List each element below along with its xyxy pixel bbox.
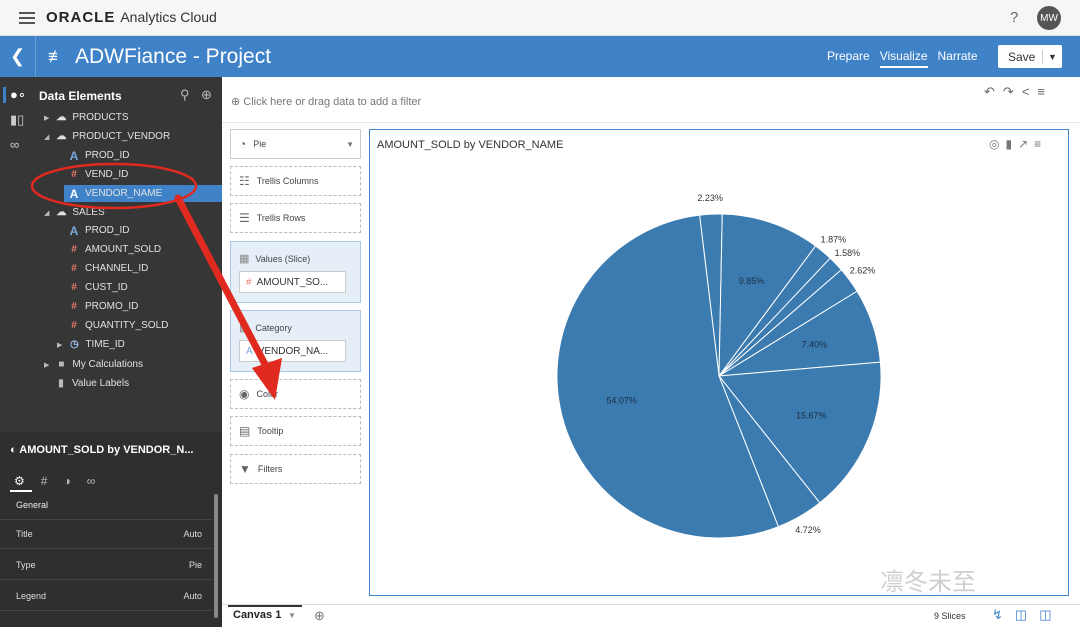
pie-chart: 2.23% 9.85% 1.87% 1.58% 2.62% 7.40% 15.67% 4.72… xyxy=(556,193,882,539)
filter-icon: ▼ xyxy=(239,462,251,476)
color-tab-icon[interactable]: ◑ xyxy=(63,474,70,488)
category-pill[interactable]: A VENDOR_NA... xyxy=(239,340,346,362)
analytics-tab-icon[interactable]: ∞ xyxy=(87,474,96,488)
project-icon: ≢ xyxy=(48,46,65,66)
slice-label: 9.85% xyxy=(739,276,765,286)
measure-icon: ▦ xyxy=(239,253,250,265)
slice-label: 1.87% xyxy=(821,235,847,245)
bottom-bar: Canvas 1 ▼ ⊕ 9 Slices ↯◫◫ xyxy=(222,604,1080,627)
annotation-overlay xyxy=(30,162,198,210)
hamburger-menu-icon[interactable] xyxy=(19,9,35,27)
properties-panel: ◐ AMOUNT_SOLD by VENDOR_N... ⚙ # ◑ ∞ Gen… xyxy=(0,432,222,627)
measure-icon: # xyxy=(246,276,252,288)
brand: ORACLE Analytics Cloud xyxy=(46,9,217,26)
general-tab-icon[interactable]: ⚙ xyxy=(14,474,25,488)
oracle-logo: ORACLE xyxy=(46,9,116,26)
back-icon[interactable]: ❮ xyxy=(0,36,36,77)
toolbar-icons: ↶↷<≡ xyxy=(984,84,1053,100)
product-name: Analytics Cloud xyxy=(120,9,217,25)
drop-tooltip[interactable]: ▤ Tooltip xyxy=(230,416,361,446)
active-canvas-indicator xyxy=(228,605,302,607)
drop-trellis-rows[interactable]: ☰ Trellis Rows xyxy=(230,203,361,233)
viz-type-selector[interactable]: ◔ Pie ▼ xyxy=(230,129,361,159)
slice-label: 54.07% xyxy=(606,396,637,406)
chevron-down-icon[interactable]: ▼ xyxy=(288,611,296,620)
slice-label: 4.72% xyxy=(795,525,821,535)
slice-label: 7.40% xyxy=(802,340,828,350)
attribute-icon: A xyxy=(246,345,253,357)
slice-label: 2.23% xyxy=(697,193,723,203)
save-button-label: Save xyxy=(998,49,1043,64)
prop-row-title[interactable]: Title Auto xyxy=(0,519,212,549)
data-panel: ●∘ ▮▯ ∞ Data Elements ⚲ ⊕ ▶ ☁ PRODUCTS ◢ ☁ P… xyxy=(0,77,222,432)
tab-visualize[interactable]: Visualize xyxy=(879,49,928,68)
slice-label: 1.58% xyxy=(835,248,861,258)
tab-narrate[interactable]: Narrate xyxy=(938,49,978,68)
save-button[interactable]: Save ▼ xyxy=(998,45,1062,68)
undo-icon[interactable]: ↶ xyxy=(984,84,1003,99)
active-props-tab-indicator xyxy=(10,490,32,492)
add-canvas-icon[interactable]: ⊕ xyxy=(314,608,325,624)
rows-icon: ☰ xyxy=(239,211,250,225)
slice-label: 15.67% xyxy=(796,411,827,421)
layout-icon[interactable]: ◫ xyxy=(1015,607,1039,622)
columns-icon: ☷ xyxy=(239,174,250,188)
share-icon[interactable]: < xyxy=(1022,84,1038,99)
pie-chart-icon: ◔ xyxy=(239,137,247,151)
category-icon: ▦ xyxy=(239,322,250,334)
drop-category[interactable]: ▦ Category A VENDOR_NA... xyxy=(230,310,361,372)
project-title: ADWFiance - Project xyxy=(75,44,272,68)
menu-icon[interactable]: ≡ xyxy=(1037,84,1053,99)
filter-bar[interactable]: ⊕ Click here or drag data to add a filte… xyxy=(222,77,1080,123)
values-pill[interactable]: # AMOUNT_SO... xyxy=(239,271,346,293)
canvas-tab[interactable]: Canvas 1 xyxy=(233,609,281,621)
visualization-canvas[interactable]: AMOUNT_SOLD by VENDOR_NAME ◎▮↗≡ 2.23% 9.8… xyxy=(369,129,1069,596)
slice-count: 9 Slices xyxy=(934,611,966,621)
properties-scrollbar[interactable] xyxy=(214,494,218,618)
help-icon[interactable]: ? xyxy=(1010,9,1018,26)
drop-trellis-columns[interactable]: ☷ Trellis Columns xyxy=(230,166,361,196)
slice-label: 2.62% xyxy=(850,266,876,276)
refresh-icon[interactable]: ↯ xyxy=(992,607,1015,622)
palette-icon: ◉ xyxy=(239,387,250,401)
panel-icon[interactable]: ◫ xyxy=(1039,607,1063,622)
watermark: 凛冬未至 xyxy=(880,568,976,596)
tab-prepare[interactable]: Prepare xyxy=(827,49,870,68)
save-dropdown-icon[interactable]: ▼ xyxy=(1043,52,1057,62)
tooltip-icon: ▤ xyxy=(239,424,251,438)
drop-values-slice[interactable]: ▦ Values (Slice) # AMOUNT_SO... xyxy=(230,241,361,303)
prop-row-legend[interactable]: Legend Auto xyxy=(0,581,212,611)
redo-icon[interactable]: ↷ xyxy=(1003,84,1022,99)
project-bar: ❮ ≢ ADWFiance - Project Prepare Visualiz… xyxy=(0,36,1080,77)
drop-color[interactable]: ◉ Color xyxy=(230,379,361,409)
top-bar: ORACLE Analytics Cloud ? MW xyxy=(0,0,1080,36)
annotation-ellipse xyxy=(30,162,198,210)
properties-tabs: ⚙ # ◑ ∞ xyxy=(14,474,95,488)
properties-title: ◐ AMOUNT_SOLD by VENDOR_N... xyxy=(10,444,194,456)
user-avatar[interactable]: MW xyxy=(1037,6,1061,30)
prop-row-type[interactable]: Type Pie xyxy=(0,550,212,580)
section-general: General xyxy=(16,500,49,510)
drop-filters[interactable]: ▼ Filters xyxy=(230,454,361,484)
mode-tabs: Prepare Visualize Narrate xyxy=(827,49,988,68)
add-filter-prompt[interactable]: ⊕ Click here or drag data to add a filte… xyxy=(231,95,421,108)
chevron-down-icon: ▼ xyxy=(346,139,354,149)
values-tab-icon[interactable]: # xyxy=(41,474,48,488)
bottom-icons: ↯◫◫ xyxy=(992,607,1064,623)
